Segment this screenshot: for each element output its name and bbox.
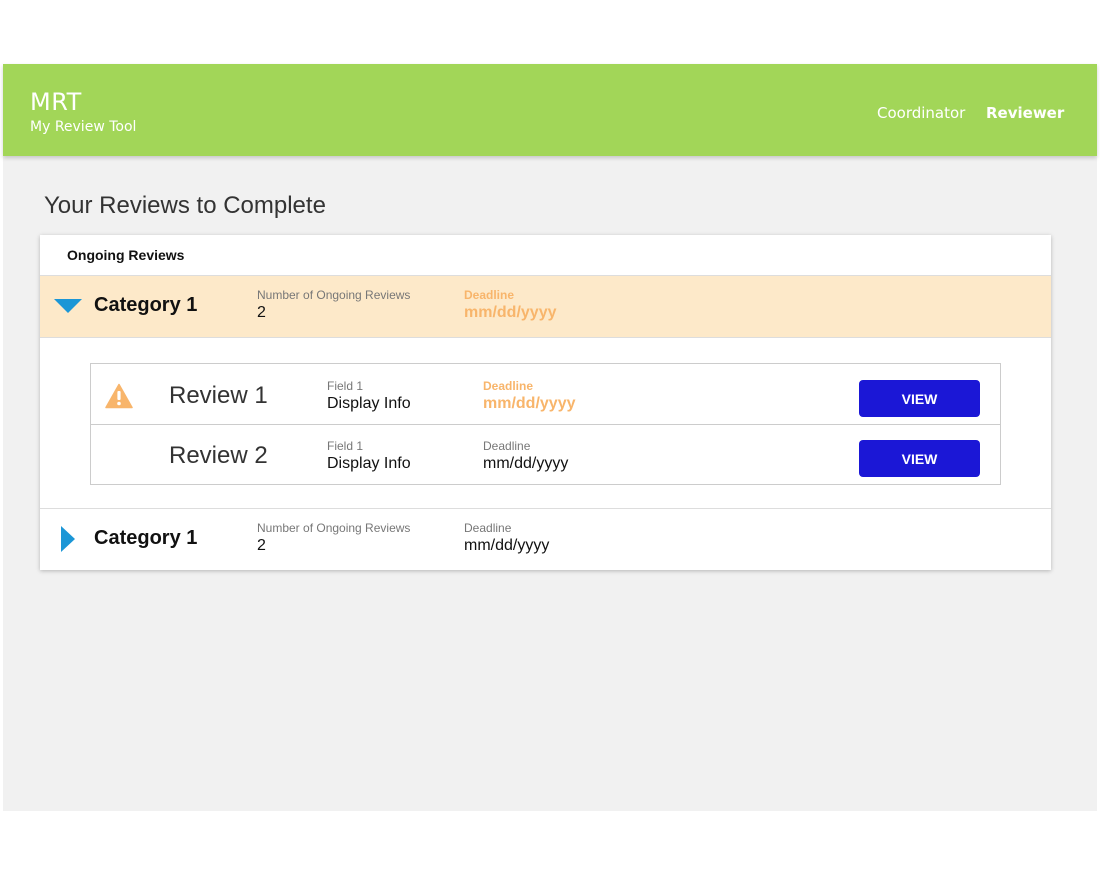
warning-triangle-icon: [105, 383, 133, 409]
review-list: Review 1 Field 1 Display Info Deadline m…: [90, 363, 1001, 485]
caret-down-icon[interactable]: [54, 299, 82, 313]
app-container: MRT My Review Tool Coordinator Reviewer …: [3, 64, 1097, 811]
review-row: Review 1 Field 1 Display Info Deadline m…: [91, 364, 1000, 425]
app-name: MRT: [30, 88, 82, 116]
deadline-value: mm/dd/yyyy: [464, 304, 557, 321]
review-row: Review 2 Field 1 Display Info Deadline m…: [91, 424, 1000, 484]
nav-reviewer-link[interactable]: Reviewer: [986, 104, 1064, 122]
review-name: Review 1: [169, 382, 268, 409]
ongoing-count-label: Number of Ongoing Reviews: [257, 521, 411, 535]
field-value: Display Info: [327, 455, 411, 472]
panel-heading: Ongoing Reviews: [67, 247, 185, 263]
deadline-label: Deadline: [464, 288, 515, 302]
nav-coordinator-link[interactable]: Coordinator: [877, 104, 965, 122]
deadline-label: Deadline: [464, 521, 512, 535]
deadline-value: mm/dd/yyyy: [464, 537, 550, 554]
category-row-expanded[interactable]: Category 1 Number of Ongoing Reviews 2 D…: [40, 276, 1051, 338]
review-deadline-value: mm/dd/yyyy: [483, 395, 576, 412]
app-subtitle: My Review Tool: [30, 119, 137, 135]
review-name: Review 2: [169, 442, 268, 469]
page-title: Your Reviews to Complete: [44, 192, 326, 219]
field-label: Field 1: [327, 379, 364, 393]
field-value: Display Info: [327, 395, 411, 412]
ongoing-count-label: Number of Ongoing Reviews: [257, 288, 411, 302]
category-title: Category 1: [94, 527, 198, 549]
ongoing-count-value: 2: [257, 304, 266, 321]
field-label: Field 1: [327, 439, 364, 453]
ongoing-count-value: 2: [257, 537, 266, 554]
top-bar: MRT My Review Tool Coordinator Reviewer: [3, 64, 1097, 156]
caret-right-icon[interactable]: [61, 526, 75, 552]
category-title: Category 1: [94, 294, 198, 316]
view-review-button[interactable]: VIEW: [859, 380, 980, 417]
category-row-collapsed[interactable]: Category 1 Number of Ongoing Reviews 2 D…: [40, 508, 1051, 570]
panel-header: Ongoing Reviews: [40, 235, 1051, 276]
review-deadline-value: mm/dd/yyyy: [483, 455, 569, 472]
review-deadline-label: Deadline: [483, 379, 534, 393]
ongoing-reviews-panel: Ongoing Reviews Category 1 Number of Ong…: [40, 235, 1051, 570]
view-review-button[interactable]: VIEW: [859, 440, 980, 477]
review-deadline-label: Deadline: [483, 439, 531, 453]
